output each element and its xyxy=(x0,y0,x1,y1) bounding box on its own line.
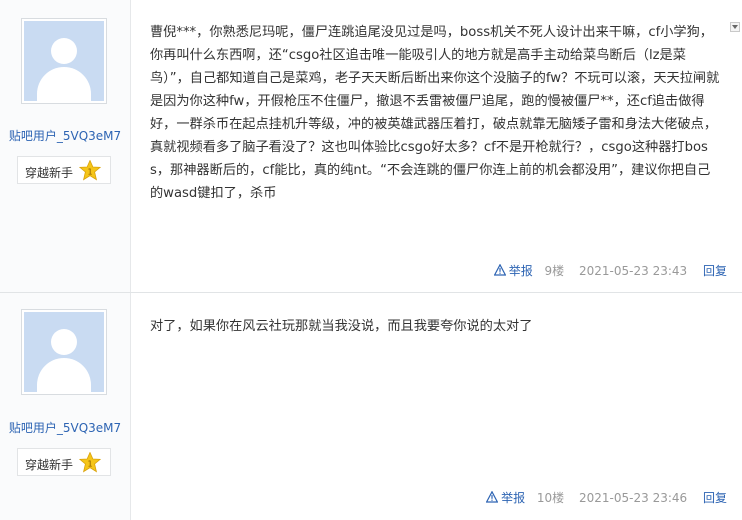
level-star-icon: 1 xyxy=(79,160,101,181)
report-warning-icon xyxy=(493,263,507,276)
avatar[interactable] xyxy=(21,18,107,104)
level-number: 1 xyxy=(87,459,92,468)
report-label: 举报 xyxy=(501,491,526,505)
level-number: 1 xyxy=(87,167,92,176)
author-username[interactable]: 贴吧用户_5VQ3eM7 xyxy=(0,127,130,144)
badge-title: 穿越新手 xyxy=(25,458,74,472)
post-tail: 举报 9楼 2021-05-23 23:43 回复 xyxy=(493,262,727,279)
level-star-icon: 1 xyxy=(79,452,101,473)
avatar[interactable] xyxy=(21,309,107,395)
badge-title: 穿越新手 xyxy=(25,166,74,180)
post-tail: 举报 10楼 2021-05-23 23:46 回复 xyxy=(485,489,727,506)
post-content: 曹倪***，你熟悉尼玛呢，僵尸连跳追尾没见过是吗，boss机关不死人设计出来干嘛… xyxy=(150,25,720,201)
report-label: 举报 xyxy=(508,264,533,278)
report-button[interactable]: 举报 xyxy=(485,489,526,506)
default-avatar-icon xyxy=(24,312,104,392)
default-avatar-icon xyxy=(24,21,104,101)
author-sidebar: 贴吧用户_5VQ3eM7 穿越新手 1 xyxy=(0,0,131,292)
post-floor-9: 贴吧用户_5VQ3eM7 穿越新手 1 曹倪***，你熟悉尼玛呢，僵尸连跳追尾没… xyxy=(0,0,742,293)
post-time: 2021-05-23 23:43 xyxy=(579,263,688,278)
author-username[interactable]: 贴吧用户_5VQ3eM7 xyxy=(0,419,130,436)
post-time: 2021-05-23 23:46 xyxy=(579,490,688,505)
report-button[interactable]: 举报 xyxy=(493,262,533,279)
reply-button[interactable]: 回复 xyxy=(703,262,727,279)
post-content: 对了，如果你在风云社玩那就当我没说，而且我要夸你说的太对了 xyxy=(150,319,533,334)
author-sidebar: 贴吧用户_5VQ3eM7 穿越新手 1 xyxy=(0,293,131,520)
floor-number: 9楼 xyxy=(544,264,565,278)
post-floor-10: 贴吧用户_5VQ3eM7 穿越新手 1 对了，如果你在风云社玩那就当我没说，而且… xyxy=(0,293,742,520)
reply-button[interactable]: 回复 xyxy=(703,489,727,506)
floor-number: 10楼 xyxy=(536,491,565,505)
report-warning-icon xyxy=(485,490,499,503)
member-badge[interactable]: 穿越新手 1 xyxy=(17,156,111,184)
member-badge[interactable]: 穿越新手 1 xyxy=(17,448,111,476)
